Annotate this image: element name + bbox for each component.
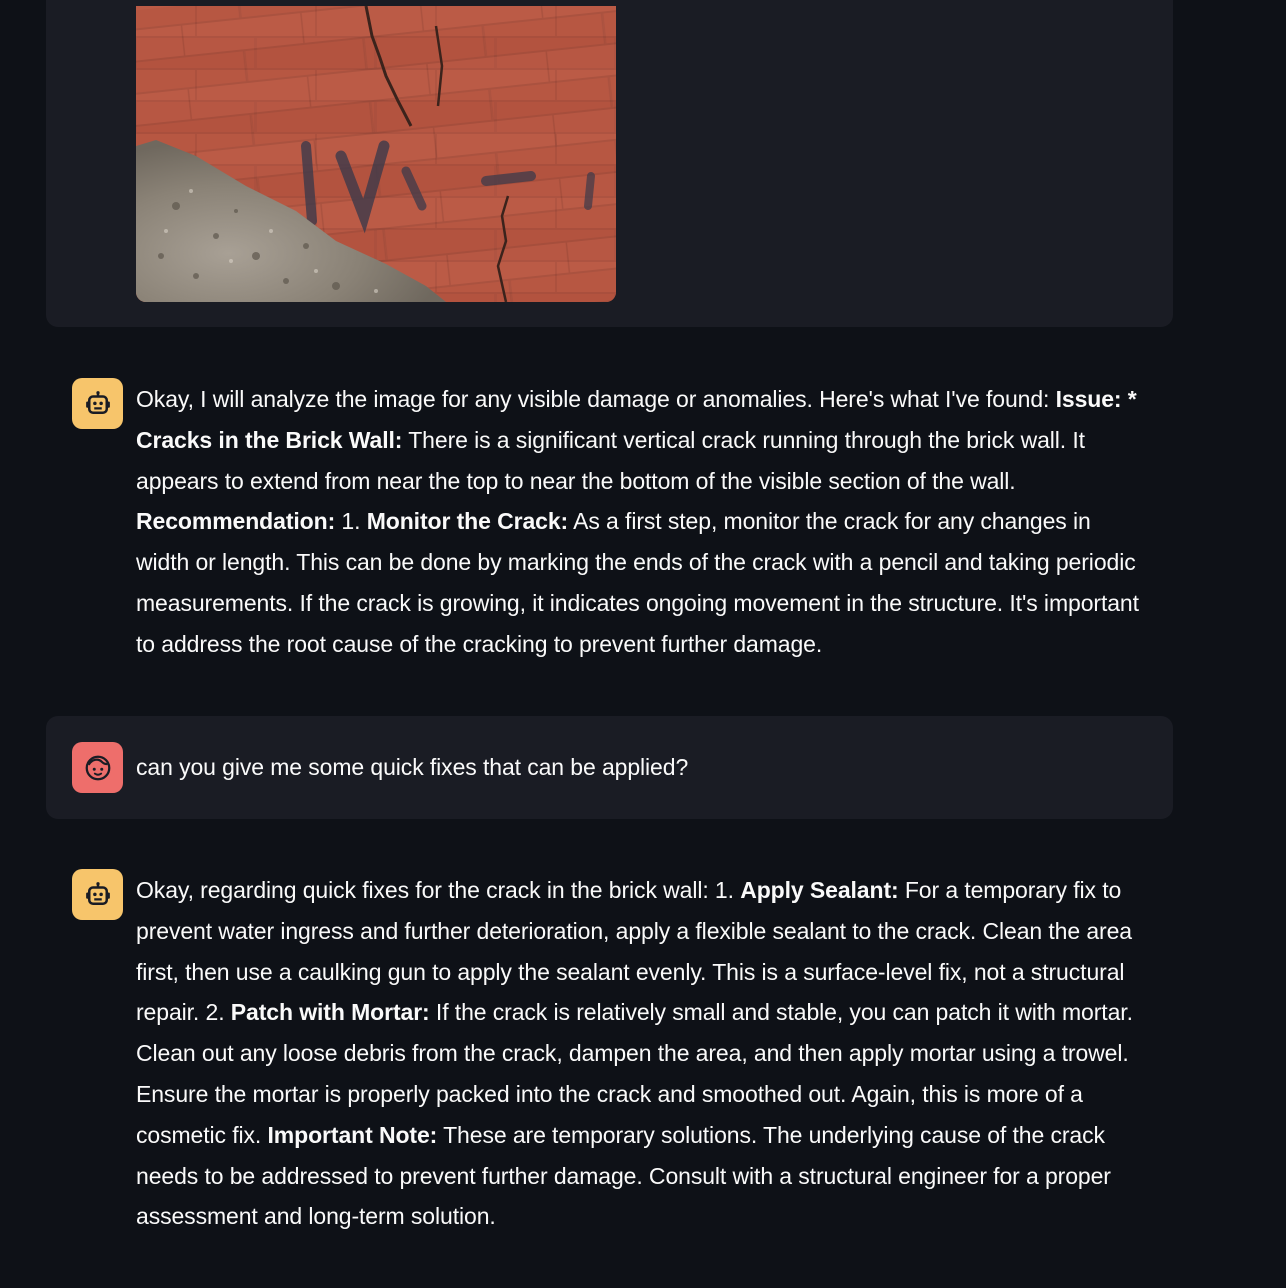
brick-wall-picture: [136, 6, 616, 302]
user-message: can you give me some quick fixes that ca…: [46, 716, 1173, 819]
user-avatar: [72, 742, 123, 793]
assistant-message-text: Okay, regarding quick fixes for the crac…: [136, 877, 1133, 1230]
assistant-message: Okay, I will analyze the image for any v…: [46, 378, 1173, 665]
user-message-text: can you give me some quick fixes that ca…: [136, 754, 689, 781]
robot-icon: [85, 390, 110, 414]
robot-icon: [85, 881, 110, 905]
assistant-message: Okay, regarding quick fixes for the crac…: [46, 869, 1173, 1237]
face-icon: [85, 755, 110, 780]
uploaded-wall-image: [136, 6, 616, 302]
image-message: [46, 0, 1173, 327]
assistant-avatar: [72, 378, 123, 429]
assistant-avatar: [72, 869, 123, 920]
chat-column: Okay, I will analyze the image for any v…: [46, 0, 1173, 1229]
assistant-message-text: Okay, I will analyze the image for any v…: [136, 386, 1139, 657]
